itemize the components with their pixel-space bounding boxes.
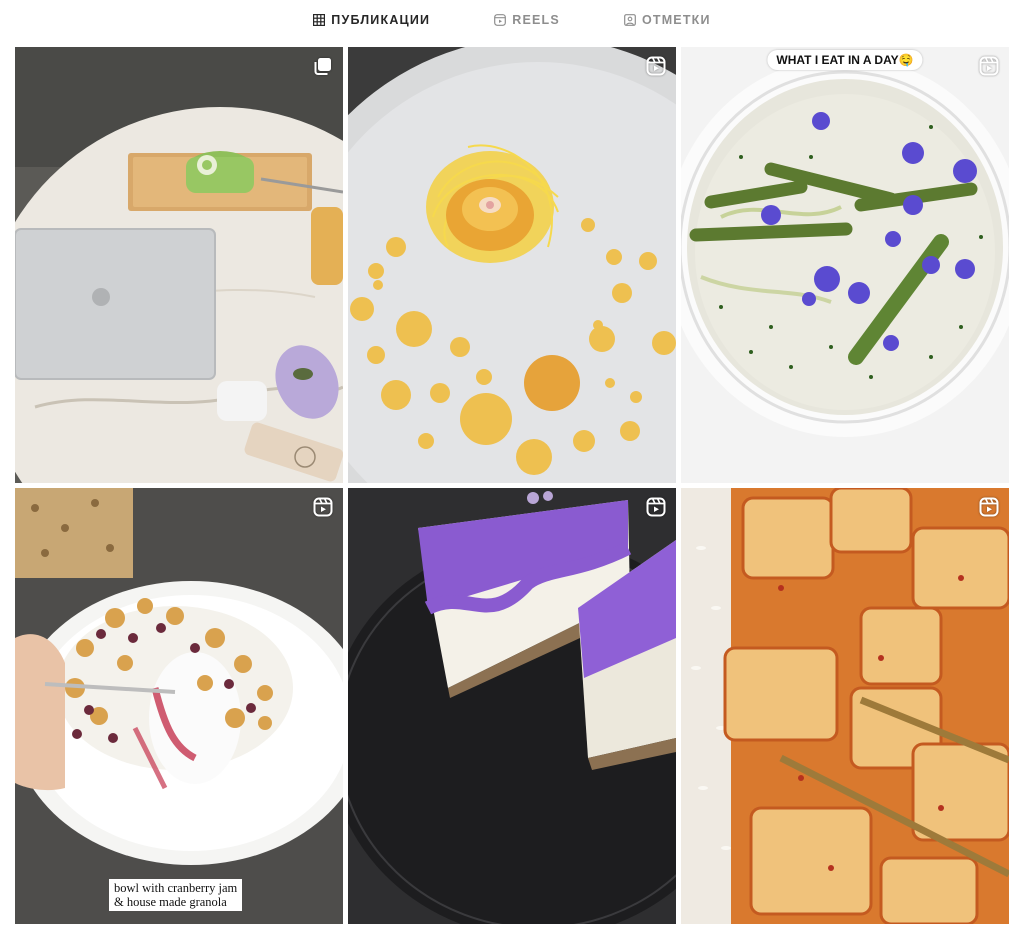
reels-icon	[313, 497, 333, 517]
post-tile[interactable]: bowl with cranberry jam & house made gra…	[15, 488, 343, 924]
tab-reels-label: REELS	[512, 13, 560, 27]
reels-icon	[646, 497, 666, 517]
post-image-granola-bowl	[15, 488, 343, 924]
tagged-icon	[624, 14, 636, 26]
caption-line: & house made granola	[114, 895, 227, 909]
post-image-tofu-rice	[681, 488, 1009, 924]
reels-icon	[979, 56, 999, 76]
post-image-matcha-roll	[15, 47, 343, 483]
tab-tagged[interactable]: ОТМЕТКИ	[624, 0, 711, 40]
caption-line: bowl with cranberry jam	[114, 881, 238, 895]
tab-tagged-label: ОТМЕТКИ	[641, 13, 711, 27]
posts-grid: WHAT I EAT IN A DAY🤤 bowl with cranberry…	[15, 47, 1009, 924]
tab-posts[interactable]: ПУБЛИКАЦИИ	[313, 0, 430, 40]
grid-icon	[313, 14, 326, 26]
reel-caption: WHAT I EAT IN A DAY🤤	[767, 50, 923, 70]
post-image-flower-dessert	[348, 47, 676, 483]
carousel-icon	[313, 56, 333, 76]
post-image-asparagus-soup	[681, 47, 1009, 483]
reels-icon	[979, 497, 999, 517]
post-tile[interactable]	[681, 488, 1009, 924]
post-tile[interactable]: WHAT I EAT IN A DAY🤤	[681, 47, 1009, 483]
tab-reels[interactable]: REELS	[494, 0, 560, 40]
post-image-cheesecake	[348, 488, 676, 924]
profile-tabs: ПУБЛИКАЦИИ REELS ОТМЕТКИ	[0, 0, 1024, 40]
post-tile[interactable]	[15, 47, 343, 483]
post-tile[interactable]	[348, 488, 676, 924]
tab-posts-label: ПУБЛИКАЦИИ	[331, 13, 431, 27]
reel-caption: bowl with cranberry jam & house made gra…	[109, 879, 243, 911]
post-tile[interactable]	[348, 47, 676, 483]
reels-icon	[646, 56, 666, 76]
reels-icon	[494, 14, 507, 26]
